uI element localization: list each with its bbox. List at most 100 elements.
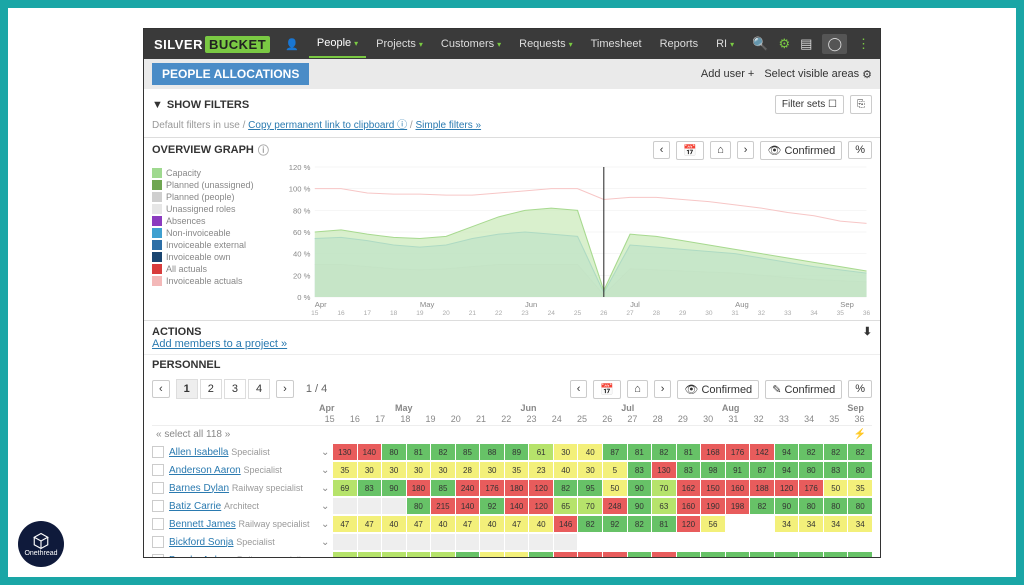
percent-toggle[interactable]: % bbox=[848, 141, 872, 159]
allocation-cell[interactable]: 88 bbox=[628, 552, 652, 558]
allocation-cell[interactable]: 60 bbox=[407, 552, 431, 558]
grid-confirmed-view[interactable]: 👁 Confirmed bbox=[677, 380, 759, 399]
allocation-cell[interactable]: 85 bbox=[456, 444, 480, 460]
allocation-cell[interactable]: 34 bbox=[799, 516, 823, 532]
pager-page-2[interactable]: 2 bbox=[200, 379, 222, 399]
allocation-cell[interactable]: 61 bbox=[529, 444, 553, 460]
nav-requests[interactable]: Requests ▾ bbox=[511, 30, 581, 58]
allocation-cell[interactable]: 146 bbox=[554, 516, 578, 532]
allocation-cell[interactable]: 180 bbox=[407, 480, 431, 496]
allocation-cell[interactable] bbox=[333, 498, 357, 514]
allocation-cell[interactable]: 92 bbox=[603, 516, 627, 532]
allocation-cell[interactable]: 60 bbox=[431, 552, 455, 558]
allocation-cell[interactable]: 70 bbox=[652, 480, 676, 496]
allocation-cell[interactable] bbox=[333, 534, 357, 550]
allocation-cell[interactable]: 81 bbox=[750, 552, 774, 558]
legend-item[interactable]: Planned (people) bbox=[152, 192, 282, 202]
allocation-cell[interactable]: 142 bbox=[750, 444, 774, 460]
row-checkbox[interactable] bbox=[152, 482, 164, 494]
allocation-cell[interactable] bbox=[382, 534, 406, 550]
copy-link[interactable]: Copy permanent link to clipboard ⓘ bbox=[248, 120, 407, 131]
show-filters-toggle[interactable]: ▼ SHOW FILTERS bbox=[152, 99, 249, 111]
legend-item[interactable]: Invoiceable external bbox=[152, 240, 282, 250]
allocation-cell[interactable]: 82 bbox=[750, 498, 774, 514]
allocation-cell[interactable]: 40 bbox=[554, 462, 578, 478]
allocation-cell[interactable]: 89 bbox=[505, 444, 529, 460]
help-icon[interactable]: ⓘ bbox=[258, 142, 269, 158]
allocation-cell[interactable]: 120 bbox=[775, 480, 799, 496]
allocation-cell[interactable]: 82 bbox=[848, 444, 872, 460]
allocation-cell[interactable] bbox=[750, 516, 774, 532]
allocation-cell[interactable]: 188 bbox=[750, 480, 774, 496]
allocation-cell[interactable]: 47 bbox=[505, 516, 529, 532]
legend-item[interactable]: Invoiceable own bbox=[152, 252, 282, 262]
allocation-cell[interactable]: 60 bbox=[333, 552, 357, 558]
allocation-cell[interactable]: 80 bbox=[407, 498, 431, 514]
allocation-cell[interactable]: 40 bbox=[529, 516, 553, 532]
allocation-cell[interactable]: 70 bbox=[578, 498, 602, 514]
allocation-cell[interactable]: 140 bbox=[456, 498, 480, 514]
expand-row-icon[interactable]: ⌄ bbox=[321, 465, 331, 476]
allocation-cell[interactable]: 138 bbox=[578, 552, 602, 558]
allocation-cell[interactable]: 140 bbox=[554, 552, 578, 558]
allocation-cell[interactable]: 90 bbox=[628, 480, 652, 496]
grid-calendar-button[interactable]: 📅 bbox=[593, 380, 621, 399]
pager-prev[interactable]: ‹ bbox=[152, 380, 170, 398]
allocation-cell[interactable] bbox=[750, 534, 774, 550]
legend-item[interactable]: Unassigned roles bbox=[152, 204, 282, 214]
allocation-cell[interactable]: 80 bbox=[824, 498, 848, 514]
add-user-button[interactable]: Add user + bbox=[701, 68, 754, 80]
allocation-cell[interactable]: 114 bbox=[652, 552, 676, 558]
allocation-cell[interactable]: 87 bbox=[750, 462, 774, 478]
allocation-cell[interactable]: 160 bbox=[677, 498, 701, 514]
allocation-cell[interactable]: 80 bbox=[775, 552, 799, 558]
allocation-cell[interactable]: 82 bbox=[701, 552, 725, 558]
allocation-cell[interactable]: 83 bbox=[628, 462, 652, 478]
allocation-cell[interactable]: 130 bbox=[333, 444, 357, 460]
allocation-cell[interactable]: 91 bbox=[726, 462, 750, 478]
allocation-cell[interactable]: 80 bbox=[799, 498, 823, 514]
download-icon[interactable]: ⬇ bbox=[863, 325, 872, 338]
person-name[interactable]: Batiz Carrie Architect bbox=[169, 501, 319, 512]
allocation-cell[interactable]: 248 bbox=[603, 498, 627, 514]
allocation-cell[interactable]: 5 bbox=[603, 462, 627, 478]
allocation-cell[interactable]: 94 bbox=[775, 444, 799, 460]
allocation-cell[interactable] bbox=[407, 534, 431, 550]
allocation-cell[interactable] bbox=[677, 534, 701, 550]
allocation-cell[interactable]: 30 bbox=[480, 462, 504, 478]
allocation-cell[interactable] bbox=[358, 534, 382, 550]
allocation-cell[interactable]: 140 bbox=[358, 444, 382, 460]
allocation-cell[interactable]: 80 bbox=[382, 444, 406, 460]
allocation-cell[interactable]: 80 bbox=[824, 552, 848, 558]
brand-logo[interactable]: SILVER BUCKET bbox=[154, 36, 270, 53]
allocation-cell[interactable]: 150 bbox=[603, 552, 627, 558]
allocation-cell[interactable]: 82 bbox=[824, 444, 848, 460]
allocation-cell[interactable]: 83 bbox=[824, 462, 848, 478]
allocation-cell[interactable]: 80 bbox=[456, 552, 480, 558]
allocation-cell[interactable] bbox=[701, 534, 725, 550]
allocation-cell[interactable] bbox=[848, 534, 872, 550]
allocation-cell[interactable]: 40 bbox=[382, 516, 406, 532]
allocation-cell[interactable]: 40 bbox=[505, 552, 529, 558]
allocation-cell[interactable]: 50 bbox=[603, 480, 627, 496]
allocation-cell[interactable]: 90 bbox=[775, 498, 799, 514]
allocation-cell[interactable]: 81 bbox=[407, 444, 431, 460]
more-icon[interactable]: ⋮ bbox=[857, 36, 870, 52]
allocation-cell[interactable]: 35 bbox=[505, 462, 529, 478]
allocation-cell[interactable]: 40 bbox=[480, 516, 504, 532]
legend-item[interactable]: Planned (unassigned) bbox=[152, 180, 282, 190]
allocation-cell[interactable]: 30 bbox=[382, 462, 406, 478]
legend-item[interactable]: Invoiceable actuals bbox=[152, 276, 282, 286]
allocation-cell[interactable]: 176 bbox=[799, 480, 823, 496]
expand-row-icon[interactable]: ⌄ bbox=[321, 447, 331, 458]
notifications-icon[interactable]: ▤ bbox=[800, 36, 812, 52]
allocation-cell[interactable]: 83 bbox=[677, 462, 701, 478]
simple-filters-link[interactable]: Simple filters » bbox=[415, 120, 481, 131]
allocation-cell[interactable]: 80 bbox=[848, 552, 872, 558]
allocation-cell[interactable]: 50 bbox=[824, 480, 848, 496]
allocation-cell[interactable]: 34 bbox=[848, 516, 872, 532]
allocation-cell[interactable]: 81 bbox=[677, 444, 701, 460]
allocation-cell[interactable] bbox=[456, 534, 480, 550]
legend-item[interactable]: Capacity bbox=[152, 168, 282, 178]
row-checkbox[interactable] bbox=[152, 554, 164, 558]
